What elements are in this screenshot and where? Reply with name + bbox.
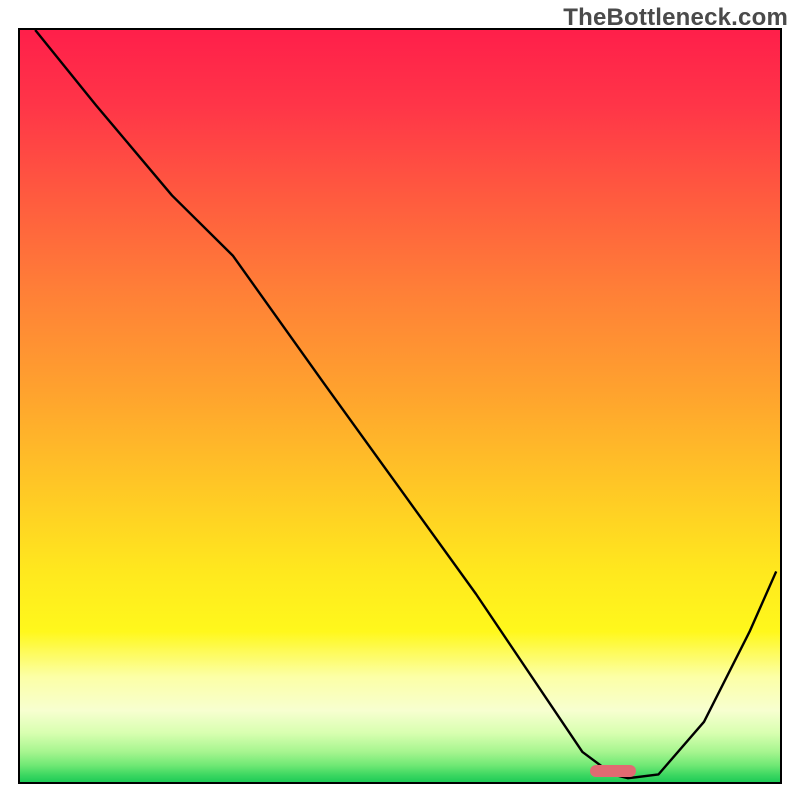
chart-stage: TheBottleneck.com: [0, 0, 800, 800]
plot-area: [18, 28, 782, 784]
bottleneck-curve-path: [35, 30, 776, 778]
optimal-marker: [590, 765, 636, 777]
curve-layer: [20, 30, 780, 782]
